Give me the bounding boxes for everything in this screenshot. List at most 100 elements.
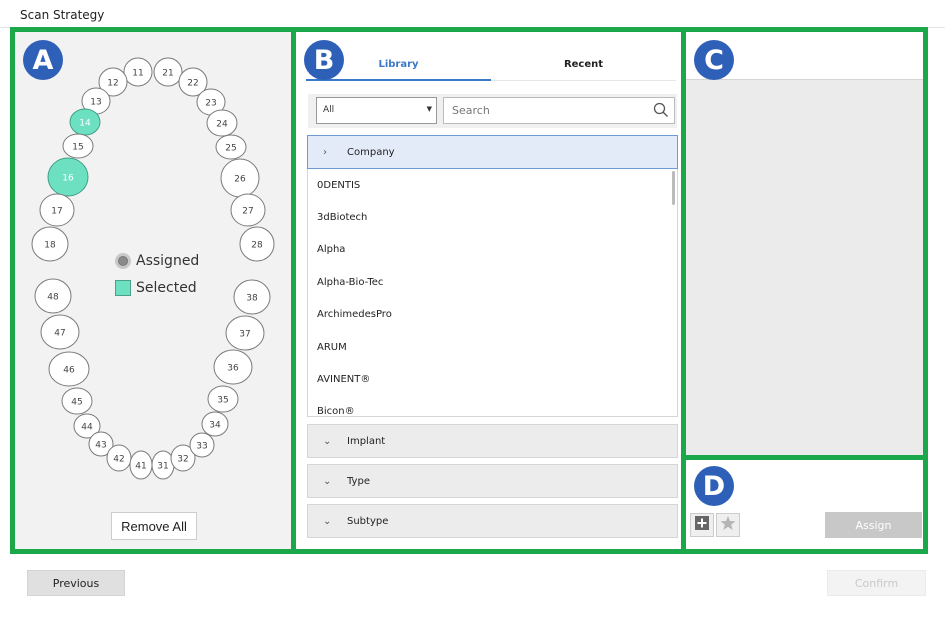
- tooth-45[interactable]: 45: [61, 387, 93, 415]
- assigned-swatch: [115, 252, 131, 269]
- tab-recent[interactable]: Recent: [491, 49, 676, 81]
- tooth-number: 35: [217, 396, 228, 406]
- tooth-24[interactable]: 24: [206, 109, 238, 137]
- list-item[interactable]: 0DENTIS: [308, 169, 677, 201]
- detail-panel: C: [681, 27, 928, 460]
- tooth-27[interactable]: 27: [230, 193, 266, 227]
- tooth-number: 36: [227, 364, 239, 374]
- tooth-14[interactable]: 14: [69, 108, 101, 136]
- tooth-17[interactable]: 17: [39, 193, 75, 227]
- chevron-down-icon: ⌄: [323, 475, 332, 487]
- list-item[interactable]: AVINENT®: [308, 363, 677, 395]
- tooth-number: 37: [239, 330, 250, 340]
- previous-button[interactable]: Previous: [27, 570, 125, 596]
- tooth-number: 27: [242, 207, 253, 217]
- detail-content-area: [686, 79, 923, 455]
- list-scrollbar[interactable]: [672, 171, 675, 205]
- badge-a: A: [23, 40, 63, 80]
- tooth-number: 14: [79, 119, 91, 129]
- legend: Assigned Selected: [115, 247, 199, 301]
- tooth-number: 12: [107, 79, 118, 89]
- tooth-number: 34: [209, 421, 221, 431]
- tooth-chart-panel: A 11 12 13 14 15 16 17 18 21 22 23 24 25 26 27 28 48 47 46…: [10, 27, 296, 554]
- tooth-46[interactable]: 46: [48, 351, 90, 387]
- badge-b: B: [304, 40, 344, 80]
- tooth-number: 23: [205, 99, 216, 109]
- tooth-37[interactable]: 37: [225, 315, 265, 351]
- list-item[interactable]: 3dBiotech: [308, 201, 677, 233]
- chevron-right-icon: ›: [323, 146, 327, 158]
- search-box: [443, 97, 675, 124]
- remove-all-button[interactable]: Remove All: [111, 512, 197, 540]
- search-input[interactable]: [444, 98, 644, 123]
- filter-dropdown-value: All: [323, 105, 335, 115]
- legend-selected-label: Selected: [136, 279, 197, 296]
- tooth-number: 33: [196, 442, 207, 452]
- list-item[interactable]: ARUM: [308, 331, 677, 363]
- list-item[interactable]: ArchimedesPro: [308, 299, 677, 331]
- badge-c: C: [694, 40, 734, 80]
- tooth-15[interactable]: 15: [62, 133, 94, 159]
- tooth-number: 18: [44, 241, 56, 251]
- tooth-42[interactable]: 42: [106, 444, 132, 472]
- tooth-number: 21: [162, 69, 173, 79]
- plus-square-icon: [694, 515, 710, 535]
- tooth-47[interactable]: 47: [40, 314, 80, 350]
- implant-section-header[interactable]: ⌄ Implant: [307, 424, 678, 458]
- legend-selected: Selected: [115, 274, 199, 301]
- tooth-number: 25: [225, 144, 236, 154]
- tooth-41[interactable]: 41: [129, 450, 153, 480]
- tooth-21[interactable]: 21: [153, 57, 183, 87]
- list-item[interactable]: Bicon®: [308, 396, 677, 416]
- star-icon: [720, 515, 736, 535]
- tooth-number: 48: [47, 293, 59, 303]
- tooth-16[interactable]: 16: [47, 157, 89, 197]
- list-item[interactable]: Alpha: [308, 234, 677, 266]
- type-section-label: Type: [347, 475, 370, 487]
- search-icon[interactable]: [653, 102, 669, 122]
- tooth-11[interactable]: 11: [123, 57, 153, 87]
- tooth-number: 22: [187, 79, 198, 89]
- list-item[interactable]: Alpha-Bio-Tec: [308, 266, 677, 298]
- tooth-26[interactable]: 26: [220, 158, 260, 198]
- tooth-number: 16: [62, 174, 74, 184]
- tooth-number: 46: [63, 366, 75, 376]
- legend-assigned-label: Assigned: [136, 252, 200, 269]
- tooth-31[interactable]: 31: [151, 450, 175, 480]
- tooth-number: 13: [90, 98, 101, 108]
- tooth-25[interactable]: 25: [215, 134, 247, 160]
- filter-bar: All ▼: [308, 94, 677, 128]
- type-section-header[interactable]: ⌄ Type: [307, 464, 678, 498]
- badge-d: D: [694, 466, 734, 506]
- tooth-number: 38: [246, 294, 258, 304]
- tooth-number: 24: [216, 120, 228, 130]
- tooth-48[interactable]: 48: [34, 278, 72, 314]
- tooth-number: 17: [51, 207, 62, 217]
- company-section-header[interactable]: › Company: [307, 135, 678, 169]
- tooth-number: 15: [72, 143, 83, 153]
- chevron-down-icon: ⌄: [323, 435, 332, 447]
- assign-button[interactable]: Assign: [825, 512, 922, 538]
- dropdown-arrow-icon: ▼: [426, 105, 432, 113]
- library-tabs: Library Recent: [306, 49, 676, 81]
- tooth-36[interactable]: 36: [213, 349, 253, 385]
- company-section-label: Company: [347, 146, 395, 158]
- tooth-number: 43: [95, 441, 106, 451]
- subtype-section-label: Subtype: [347, 515, 389, 527]
- company-list: 0DENTIS 3dBiotech Alpha Alpha-Bio-Tec Ar…: [307, 169, 678, 417]
- tooth-33[interactable]: 33: [189, 432, 215, 458]
- tooth-28[interactable]: 28: [239, 226, 275, 262]
- tooth-38[interactable]: 38: [233, 279, 271, 315]
- tooth-number: 32: [177, 455, 188, 465]
- page-title: Scan Strategy: [20, 8, 105, 22]
- filter-dropdown[interactable]: All ▼: [316, 97, 437, 124]
- tooth-number: 42: [113, 455, 124, 465]
- subtype-section-header[interactable]: ⌄ Subtype: [307, 504, 678, 538]
- add-button[interactable]: [690, 513, 714, 537]
- tooth-35[interactable]: 35: [207, 385, 239, 413]
- tooth-number: 28: [251, 241, 263, 251]
- confirm-button[interactable]: Confirm: [827, 570, 926, 596]
- tooth-18[interactable]: 18: [31, 226, 69, 262]
- tooth-34[interactable]: 34: [201, 411, 229, 437]
- favorite-button[interactable]: [716, 513, 740, 537]
